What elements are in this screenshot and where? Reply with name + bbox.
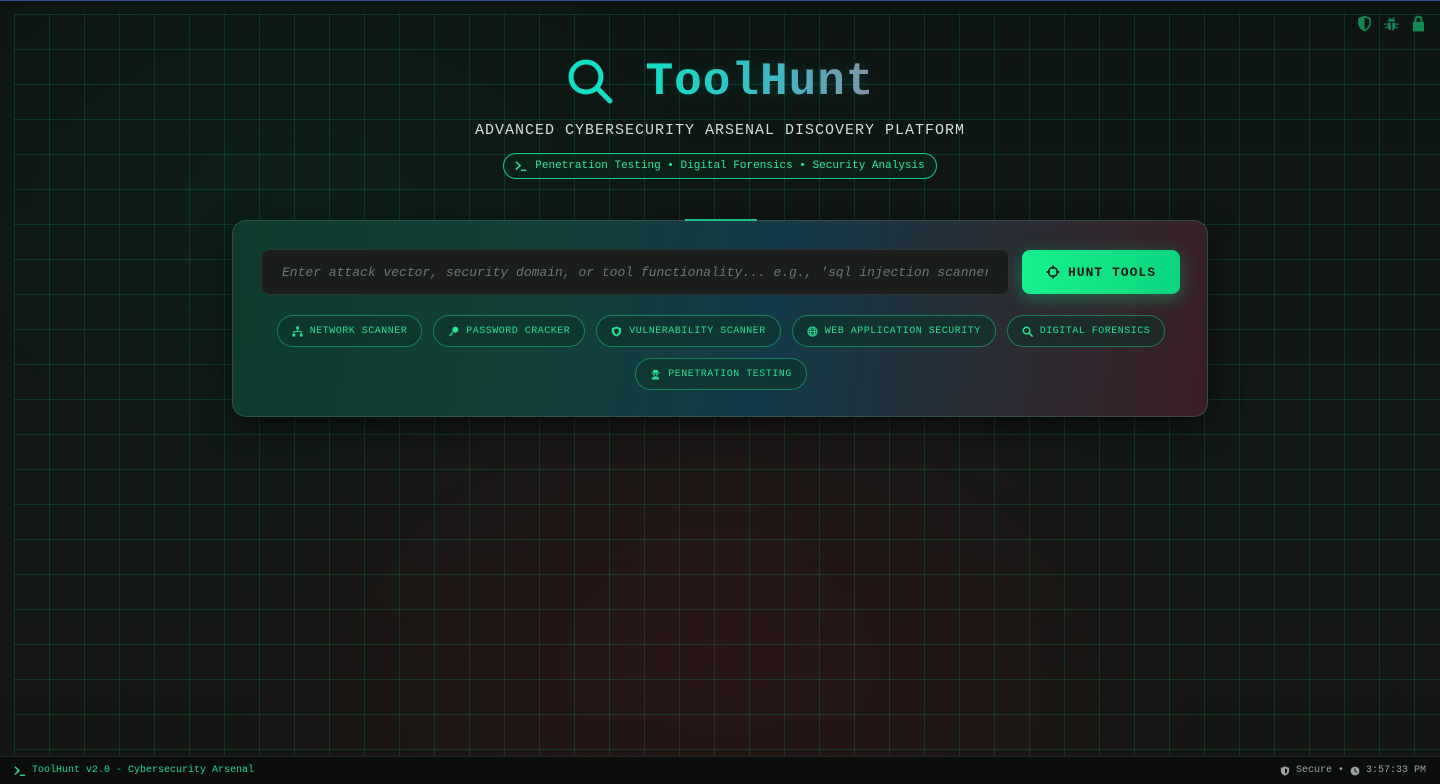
shield-icon xyxy=(1280,765,1290,776)
user-secret-icon xyxy=(651,369,660,380)
footer-time: 3:57:33 PM xyxy=(1365,765,1426,776)
tagline-text: Penetration Testing • Digital Forensics … xyxy=(535,160,925,172)
globe-icon xyxy=(807,325,818,337)
corner-icons xyxy=(1355,14,1428,33)
search-icon xyxy=(568,59,613,104)
chip-label: PASSWORD CRACKER xyxy=(466,325,571,337)
footer-status: Secure xyxy=(1295,765,1332,776)
search-panel: HUNT TOOLS NETWORK SCANNER PASSWORD CRAC… xyxy=(232,219,1208,417)
panel-accent xyxy=(685,219,757,221)
chip-label: PENETRATION TESTING xyxy=(668,368,792,380)
tagline-pill: Penetration Testing • Digital Forensics … xyxy=(503,153,937,179)
search-icon xyxy=(1022,326,1033,337)
chip-password-cracker[interactable]: PASSWORD CRACKER xyxy=(433,315,586,347)
chip-penetration-testing[interactable]: PENETRATION TESTING xyxy=(635,358,807,390)
crosshairs-icon xyxy=(1046,265,1060,279)
footer-right: Secure • 3:57:33 PM xyxy=(1280,765,1426,776)
clock-icon xyxy=(1350,766,1360,775)
chip-network-scanner[interactable]: NETWORK SCANNER xyxy=(276,315,423,347)
chip-digital-forensics[interactable]: DIGITAL FORENSICS xyxy=(1006,315,1166,347)
header: ToolHunt ADVANCED CYBERSECURITY ARSENAL … xyxy=(0,50,1440,179)
network-icon xyxy=(292,325,303,337)
chip-web-application-security[interactable]: WEB APPLICATION SECURITY xyxy=(791,315,996,347)
logo-row: ToolHunt xyxy=(0,50,1440,114)
shield-icon xyxy=(612,325,622,337)
top-border xyxy=(0,0,1440,1)
footer-separator: • xyxy=(1337,765,1344,776)
chip-label: DIGITAL FORENSICS xyxy=(1039,325,1151,337)
chip-label: VULNERABILITY SCANNER xyxy=(629,325,766,337)
footer: ToolHunt v2.0 - Cybersecurity Arsenal Se… xyxy=(0,756,1440,784)
key-icon xyxy=(449,326,459,336)
terminal-icon xyxy=(515,161,527,171)
chip-label: NETWORK SCANNER xyxy=(309,325,408,337)
terminal-icon xyxy=(14,765,26,776)
search-input[interactable] xyxy=(261,249,1009,295)
chip-label: WEB APPLICATION SECURITY xyxy=(824,325,981,337)
bug-icon xyxy=(1382,14,1401,33)
category-chips: NETWORK SCANNER PASSWORD CRACKER VULNERA… xyxy=(261,315,1181,390)
app-title: ToolHunt xyxy=(645,56,875,108)
shield-icon xyxy=(1355,14,1374,33)
footer-app-version: ToolHunt v2.0 - Cybersecurity Arsenal xyxy=(32,765,255,776)
lock-icon xyxy=(1409,14,1428,33)
app-subtitle: ADVANCED CYBERSECURITY ARSENAL DISCOVERY… xyxy=(474,122,966,139)
hunt-tools-button[interactable]: HUNT TOOLS xyxy=(1022,250,1180,294)
chip-vulnerability-scanner[interactable]: VULNERABILITY SCANNER xyxy=(596,315,781,347)
footer-left: ToolHunt v2.0 - Cybersecurity Arsenal xyxy=(14,765,254,777)
hunt-tools-label: HUNT TOOLS xyxy=(1067,264,1156,280)
